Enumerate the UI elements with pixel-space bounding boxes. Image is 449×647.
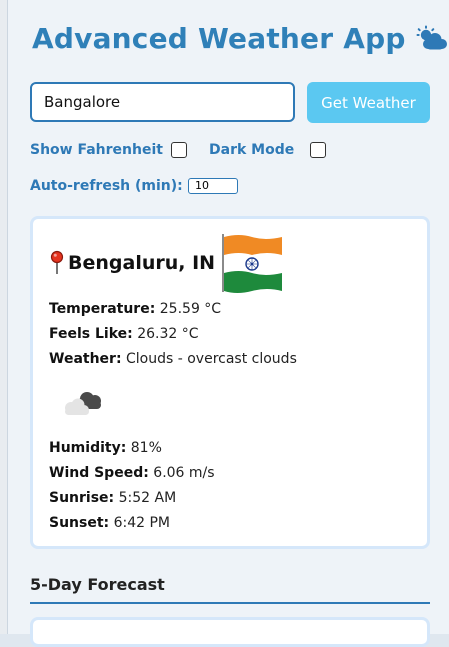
city-search-input[interactable]: Bangalore (30, 82, 295, 122)
temperature-row: Temperature: 25.59 °C (49, 301, 221, 317)
fahrenheit-checkbox[interactable] (171, 142, 187, 158)
feels-like-label: Feels Like: (49, 326, 133, 342)
overcast-clouds-icon (65, 392, 101, 415)
forecast-card (30, 617, 430, 647)
feels-like-value: 26.32 °C (137, 326, 199, 342)
fahrenheit-label: Show Fahrenheit (30, 142, 163, 158)
temperature-label: Temperature: (49, 301, 156, 317)
weather-row: Weather: Clouds - overcast clouds (49, 351, 297, 367)
wind-speed-label: Wind Speed: (49, 465, 149, 481)
sunrise-row: Sunrise: 5:52 AM (49, 490, 176, 506)
weather-label: Weather: (49, 351, 122, 367)
humidity-row: Humidity: 81% (49, 440, 162, 456)
header: Advanced Weather App (32, 22, 448, 55)
sun-behind-cloud-icon (416, 25, 447, 49)
wind-speed-row: Wind Speed: 6.06 m/s (49, 465, 215, 481)
forecast-divider (30, 602, 430, 604)
page-title: Advanced Weather App (32, 22, 406, 55)
india-flag-icon (222, 234, 283, 293)
sunrise-label: Sunrise: (49, 490, 115, 506)
sunset-value: 6:42 PM (113, 515, 171, 531)
city-search-value: Bangalore (44, 93, 121, 111)
get-weather-button[interactable]: Get Weather (307, 82, 430, 123)
forecast-title: 5-Day Forecast (30, 575, 165, 594)
dark-mode-label: Dark Mode (209, 142, 295, 158)
location-row: Bengaluru, IN (50, 233, 283, 293)
feels-like-row: Feels Like: 26.32 °C (49, 326, 199, 342)
sunset-label: Sunset: (49, 515, 110, 531)
weather-value: Clouds - overcast clouds (126, 351, 297, 367)
humidity-value: 81% (130, 440, 162, 456)
wind-speed-value: 6.06 m/s (153, 465, 215, 481)
temperature-value: 25.59 °C (159, 301, 222, 317)
sunset-row: Sunset: 6:42 PM (49, 515, 170, 531)
window-edge (0, 0, 7, 634)
dark-mode-checkbox[interactable] (310, 142, 326, 158)
app-container: Advanced Weather App Bangalore Get Weath… (7, 0, 449, 647)
current-weather-card: Bengaluru, IN Temperature: 25.59 °C Feel… (30, 216, 430, 549)
humidity-label: Humidity: (49, 440, 127, 456)
auto-refresh-input[interactable]: 10 (188, 178, 238, 194)
city-name: Bengaluru, IN (68, 252, 216, 274)
sunrise-value: 5:52 AM (118, 490, 177, 506)
auto-refresh-label: Auto-refresh (min): (30, 178, 183, 194)
pin-icon (50, 250, 64, 274)
